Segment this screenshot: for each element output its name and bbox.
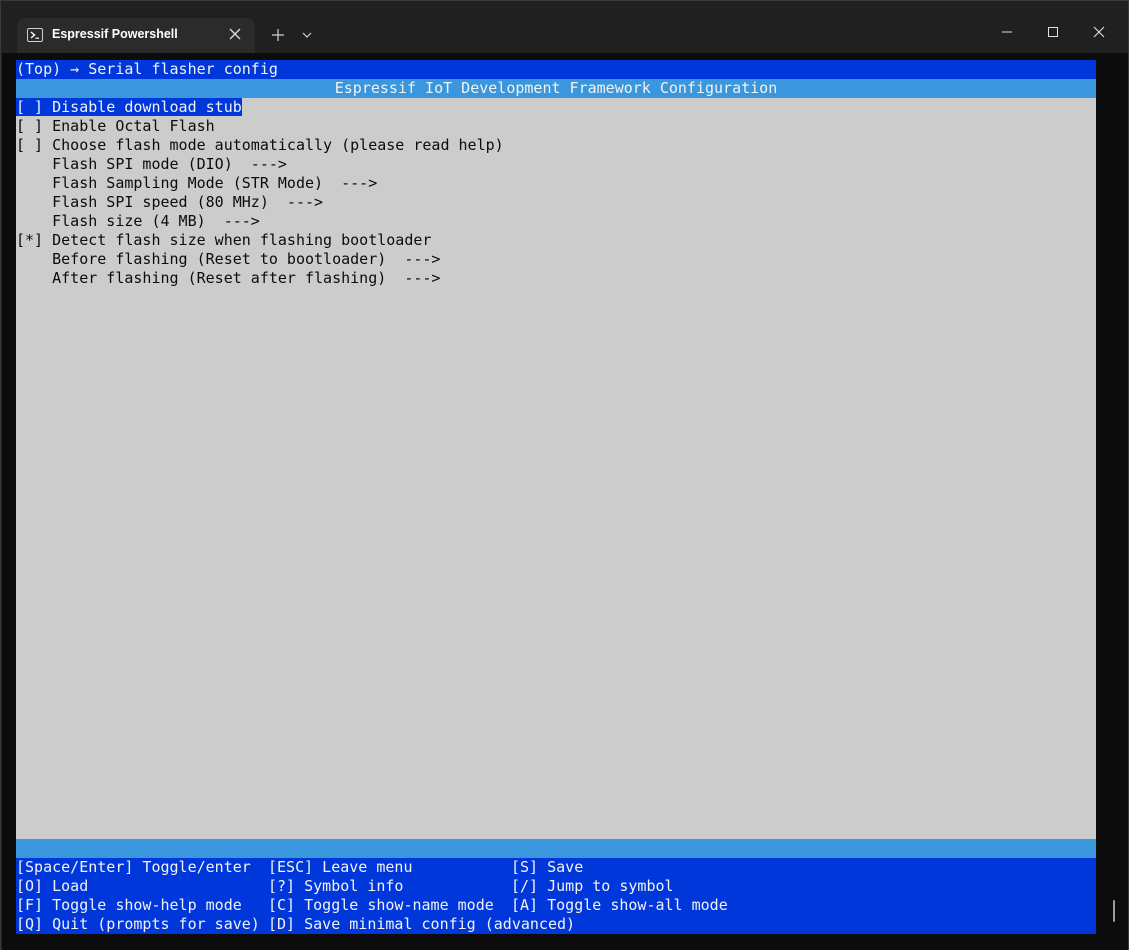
menu-item-label: Flash SPI speed (80 MHz) ---> <box>16 193 324 211</box>
menu-item-label: Flash Sampling Mode (STR Mode) ---> <box>16 174 378 192</box>
menu-item[interactable]: Flash SPI mode (DIO) ---> <box>16 155 1096 174</box>
tab-espressif-powershell[interactable]: Espressif Powershell <box>17 18 255 53</box>
menu-item-label: Before flashing (Reset to bootloader) --… <box>16 250 441 268</box>
key-hint: [S] Save <box>511 858 584 876</box>
menu-item[interactable]: [ ] Choose flash mode automatically (ple… <box>16 136 1096 155</box>
close-tab-icon[interactable] <box>229 28 241 40</box>
chevron-down-icon[interactable] <box>302 31 312 39</box>
maximize-icon[interactable] <box>1046 25 1060 39</box>
key-help-row: [F] Toggle show-help mode [C] Toggle show… <box>16 896 1096 915</box>
key-hint: [O] Load <box>16 877 89 895</box>
minimize-icon[interactable] <box>1000 25 1014 39</box>
menu-item[interactable]: Before flashing (Reset to bootloader) --… <box>16 250 1096 269</box>
key-hint: [ESC] Leave menu <box>268 858 413 876</box>
menu-item-label: [*] Detect flash size when flashing boot… <box>16 231 432 249</box>
key-hint: [D] Save minimal config (advanced) <box>268 915 576 933</box>
key-help-row: [O] Load [?] Symbol info [/] Jump to symbo… <box>16 877 1096 896</box>
menu-item-label: [ ] Disable download stub <box>16 98 242 116</box>
menu-item[interactable]: Flash Sampling Mode (STR Mode) ---> <box>16 174 1096 193</box>
separator-bar <box>16 839 1096 858</box>
menu-item[interactable]: After flashing (Reset after flashing) --… <box>16 269 1096 288</box>
key-hint: [/] Jump to symbol <box>511 877 674 895</box>
menu-item[interactable]: [ ] Enable Octal Flash <box>16 117 1096 136</box>
menu-item-label: Flash SPI mode (DIO) ---> <box>16 155 287 173</box>
title-bar: Espressif Powershell <box>1 1 1128 53</box>
config-title: Espressif IoT Development Framework Conf… <box>334 79 778 97</box>
key-hint: [Q] Quit (prompts for save) <box>16 915 260 933</box>
key-hint: [F] Toggle show-help mode <box>16 896 242 914</box>
new-tab-plus-icon[interactable] <box>271 28 285 42</box>
key-hint: [C] Toggle show-name mode <box>268 896 494 914</box>
menu-item[interactable]: [ ] Disable download stub <box>16 98 1096 117</box>
key-hint: [Space/Enter] Toggle/enter <box>16 858 251 876</box>
menu-item[interactable]: Flash SPI speed (80 MHz) ---> <box>16 193 1096 212</box>
scrollbar-thumb[interactable] <box>1113 900 1115 922</box>
key-help-row: [Space/Enter] Toggle/enter [ESC] Leave me… <box>16 858 1096 877</box>
key-help-row: [Q] Quit (prompts for save) [D] Save mini… <box>16 915 1096 934</box>
menu-item[interactable]: Flash size (4 MB) ---> <box>16 212 1096 231</box>
menu-item-label: Flash size (4 MB) ---> <box>16 212 260 230</box>
powershell-icon <box>27 28 43 42</box>
close-icon[interactable] <box>1092 25 1106 39</box>
breadcrumb: (Top) → Serial flasher config <box>16 60 278 78</box>
menu-item[interactable]: [*] Detect flash size when flashing boot… <box>16 231 1096 250</box>
menu-item-label: [ ] Choose flash mode automatically (ple… <box>16 136 504 154</box>
key-hint: [A] Toggle show-all mode <box>511 896 728 914</box>
key-hint: [?] Symbol info <box>268 877 404 895</box>
menu-item-label: [ ] Enable Octal Flash <box>16 117 215 135</box>
menu-item-label: After flashing (Reset after flashing) --… <box>16 269 441 287</box>
tab-title: Espressif Powershell <box>52 27 178 41</box>
